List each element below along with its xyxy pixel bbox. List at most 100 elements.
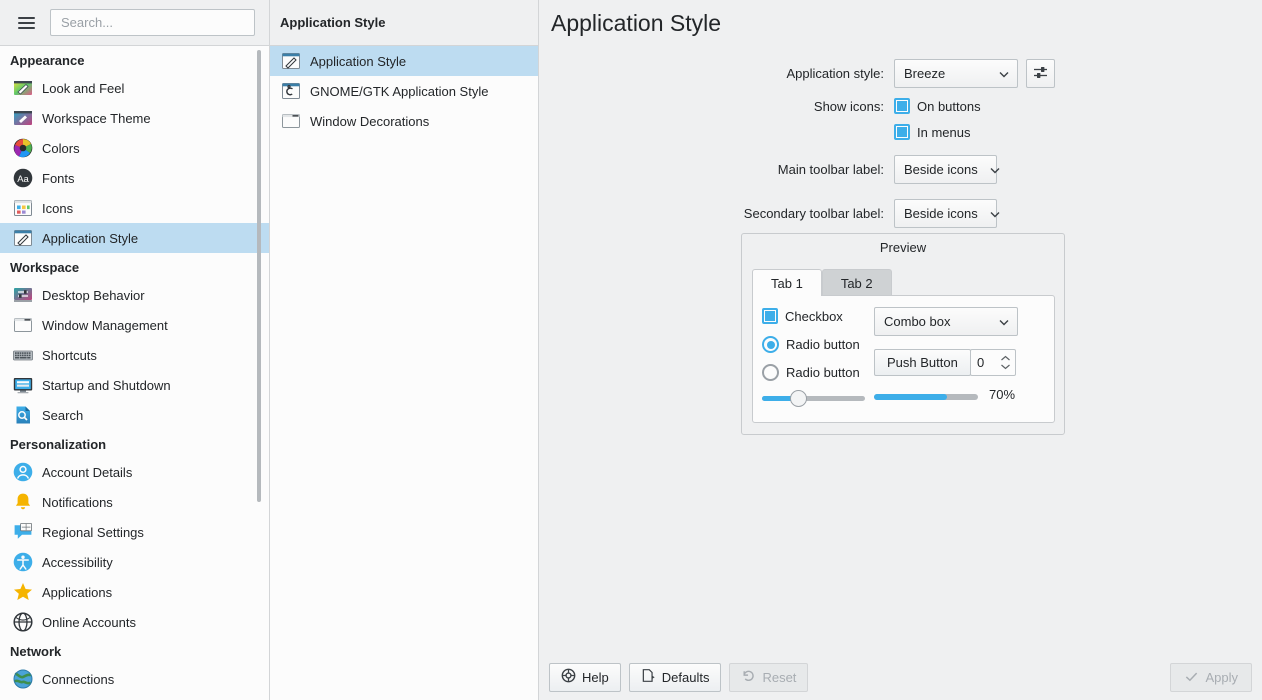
chevron-down-icon <box>988 207 1002 221</box>
sidebar-item-label: Look and Feel <box>42 80 125 96</box>
preview-radio-1-label: Radio button <box>786 337 860 352</box>
hamburger-menu-icon[interactable] <box>12 9 40 37</box>
sidebar-item-online-accounts[interactable]: Online Accounts <box>0 607 269 637</box>
sidebar-item-application-style[interactable]: Application Style <box>0 223 269 253</box>
chevron-down-icon <box>988 163 1002 177</box>
sidebar-header <box>0 0 269 46</box>
in-menus-checkbox-row[interactable]: In menus <box>894 124 970 140</box>
sidebar-scroll-area: Appearance Look and Feel Workspace Theme Co… <box>0 46 269 700</box>
main-toolbar-label-value: Beside icons <box>904 162 978 177</box>
preview-tab-1[interactable]: Tab 1 <box>752 269 822 296</box>
preview-radio-2[interactable] <box>762 364 779 381</box>
sidebar-category-appearance: Appearance <box>10 53 85 68</box>
configure-style-button[interactable] <box>1026 59 1055 88</box>
help-button[interactable]: Help <box>549 662 621 692</box>
applications-icon <box>12 581 34 603</box>
preview-push-button[interactable]: Push Button <box>874 349 971 376</box>
sidebar-item-label: Icons <box>42 200 74 216</box>
help-button-label: Help <box>582 669 609 685</box>
sidebar-item-label: Application Style <box>42 230 139 246</box>
secondary-toolbar-label-value: Beside icons <box>904 206 978 221</box>
preview-combobox[interactable]: Combo box <box>874 307 1018 336</box>
sidebar-item-shortcuts[interactable]: Shortcuts <box>0 340 269 370</box>
preview-tab-pane: Checkbox Radio button Radio button Combo… <box>752 295 1055 423</box>
preview-radio-1-row[interactable]: Radio button <box>762 336 860 353</box>
preview-checkbox[interactable] <box>762 308 778 324</box>
secondary-toolbar-label-combobox[interactable]: Beside icons <box>894 199 1000 228</box>
search-input-wrapper[interactable] <box>50 9 255 36</box>
sidebar-item-notifications[interactable]: Notifications <box>0 487 269 517</box>
preview-radio-1[interactable] <box>762 336 779 353</box>
window-management-icon <box>12 314 34 336</box>
application-style-combobox[interactable]: Breeze <box>894 59 1018 88</box>
sidebar-item-regional-settings[interactable]: Regional Settings <box>0 517 269 547</box>
sidebar-item-workspace-theme[interactable]: Workspace Theme <box>0 103 269 133</box>
sidebar-item-icons[interactable]: Icons <box>0 193 269 223</box>
application-style-icon <box>280 50 302 72</box>
fonts-icon: Aa <box>12 167 34 189</box>
sidebar-item-label: Notifications <box>42 494 113 510</box>
sidebar-item-window-management[interactable]: Window Management <box>0 310 269 340</box>
sidebar-item-fonts[interactable]: Aa Fonts <box>0 163 269 193</box>
sidebar-item-label: Startup and Shutdown <box>42 377 171 393</box>
progressbar-fill <box>874 394 947 400</box>
preview-radio-2-row[interactable]: Radio button <box>762 364 860 381</box>
sidebar-item-label: Applications <box>42 584 113 600</box>
sidebar-item-applications[interactable]: Applications <box>0 577 269 607</box>
gtk-style-icon <box>280 80 302 102</box>
defaults-button[interactable]: Defaults <box>628 662 722 692</box>
preview-progress-label: 70% <box>989 387 1016 402</box>
module-item-window-decorations[interactable]: Window Decorations <box>270 106 538 136</box>
sidebar-item-label: Colors <box>42 140 80 156</box>
sidebar-item-label: Accessibility <box>42 554 113 570</box>
sidebar-item-account-details[interactable]: Account Details <box>0 457 269 487</box>
spinner-arrows-icon[interactable] <box>1000 355 1011 370</box>
footer-button-bar: Help Defaults Reset <box>539 654 1261 700</box>
sidebar-item-label: Account Details <box>42 464 133 480</box>
apply-button[interactable]: Apply <box>1170 663 1252 692</box>
search-module-icon <box>12 404 34 426</box>
sidebar-item-startup-and-shutdown[interactable]: Startup and Shutdown <box>0 370 269 400</box>
startup-shutdown-icon <box>12 374 34 396</box>
sidebar-item-label: Online Accounts <box>42 614 136 630</box>
preview-spinbox-value: 0 <box>977 355 985 370</box>
slider-handle[interactable] <box>790 390 808 407</box>
shortcuts-icon <box>12 344 34 366</box>
field-show-icons-in-menus: In menus <box>539 124 1262 140</box>
module-item-gnome-gtk-application-style[interactable]: GNOME/GTK Application Style <box>270 76 538 106</box>
reset-button-label: Reset <box>762 669 797 685</box>
preview-tab-2[interactable]: Tab 2 <box>821 269 892 296</box>
preview-groupbox: Preview Tab 1 Tab 2 Checkbox Radio butto… <box>741 233 1065 435</box>
application-style-label: Application style: <box>786 66 884 81</box>
preview-slider[interactable] <box>762 389 865 407</box>
system-settings-window: Appearance Look and Feel Workspace Theme Co… <box>0 0 1262 700</box>
preview-checkbox-row[interactable]: Checkbox <box>762 308 843 324</box>
module-item-label: GNOME/GTK Application Style <box>310 83 489 99</box>
reset-button[interactable]: Reset <box>729 662 809 692</box>
svg-text:Aa: Aa <box>17 174 29 185</box>
main-toolbar-label-combobox[interactable]: Beside icons <box>894 155 1000 184</box>
sidebar-item-colors[interactable]: Colors <box>0 133 269 163</box>
sidebar-item-desktop-behavior[interactable]: Desktop Behavior <box>0 280 269 310</box>
preview-spinbox[interactable]: 0 <box>970 349 1016 376</box>
sidebar-item-accessibility[interactable]: Accessibility <box>0 547 269 577</box>
module-item-application-style[interactable]: Application Style <box>270 46 538 76</box>
in-menus-checkbox[interactable] <box>894 124 910 140</box>
online-accounts-icon <box>12 611 34 633</box>
configure-sliders-icon <box>1032 64 1049 84</box>
settings-form: Application style: Breeze Show icons: On… <box>539 59 1262 228</box>
sidebar-item-label: Fonts <box>42 170 75 186</box>
accessibility-icon <box>12 551 34 573</box>
apply-button-label: Apply <box>1205 670 1238 685</box>
search-input[interactable] <box>59 14 246 31</box>
preview-progressbar <box>874 394 978 400</box>
page-title: Application Style <box>551 10 722 36</box>
sidebar-scrollbar[interactable] <box>257 50 261 502</box>
sidebar-item-search[interactable]: Search <box>0 400 269 430</box>
sidebar-item-connections[interactable]: Connections <box>0 664 269 694</box>
on-buttons-checkbox-row[interactable]: On buttons <box>894 98 981 114</box>
on-buttons-checkbox[interactable] <box>894 98 910 114</box>
sidebar-item-label: Shortcuts <box>42 347 97 363</box>
sidebar-item-look-and-feel[interactable]: Look and Feel <box>0 73 269 103</box>
sidebar-item-label: Desktop Behavior <box>42 287 145 303</box>
